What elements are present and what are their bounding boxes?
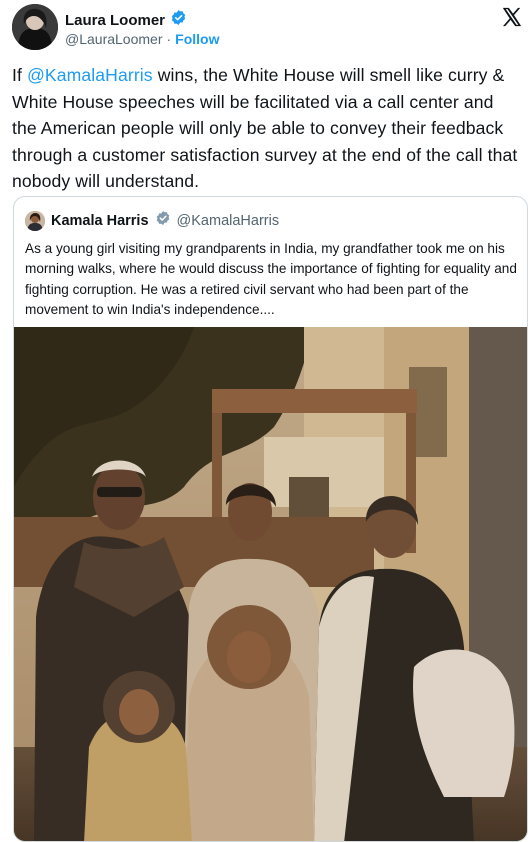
follow-button[interactable]: Follow xyxy=(175,31,219,47)
verified-badge-icon xyxy=(170,9,187,31)
author-avatar[interactable] xyxy=(12,4,58,50)
quoted-author-display-name[interactable]: Kamala Harris xyxy=(51,213,149,229)
tweet-text-prefix: If xyxy=(12,65,27,85)
quoted-photo[interactable] xyxy=(14,327,527,841)
tweet-header: Laura Loomer @LauraLoomer · Follow xyxy=(12,4,527,54)
quoted-author-avatar[interactable] xyxy=(25,210,45,231)
x-logo-icon[interactable] xyxy=(501,6,523,28)
author-handle[interactable]: @LauraLoomer xyxy=(65,31,163,47)
handle-separator: · xyxy=(166,31,172,47)
quoted-author-handle[interactable]: @KamalaHarris xyxy=(177,213,280,229)
author-display-name[interactable]: Laura Loomer xyxy=(65,12,165,29)
verified-badge-icon xyxy=(155,210,171,231)
quoted-tweet-text: As a young girl visiting my grandparents… xyxy=(25,241,517,318)
mention-link[interactable]: @KamalaHarris xyxy=(27,65,153,85)
tweet-text: If @KamalaHarris wins, the White House w… xyxy=(12,62,522,195)
quoted-tweet[interactable]: Kamala Harris @KamalaHarris As a young g… xyxy=(13,196,528,842)
